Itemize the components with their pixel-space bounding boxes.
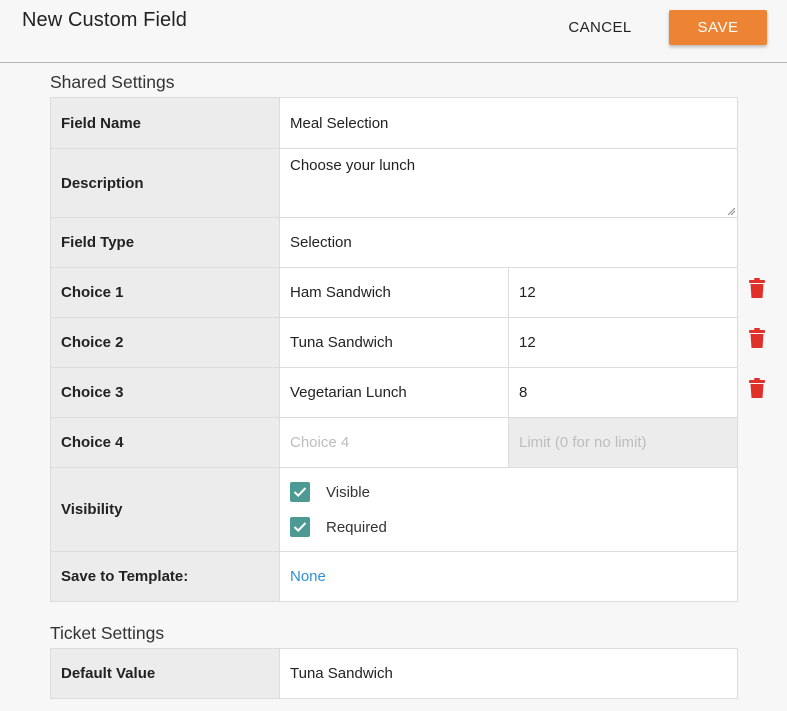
save-to-template-row: Save to Template: None <box>51 552 737 601</box>
checkmark-icon <box>293 522 307 533</box>
trash-icon[interactable] <box>749 328 765 348</box>
visibility-label: Visibility <box>51 468 280 551</box>
choice-label: Choice 2 <box>51 318 280 367</box>
description-row: Description Choose your lunch <box>51 149 737 218</box>
choice-limit-input[interactable]: 8 <box>509 368 737 417</box>
visibility-options: Visible Required <box>280 468 737 551</box>
choice-row: Choice 4 Choice 4 Limit (0 for no limit) <box>51 418 737 468</box>
trash-icon[interactable] <box>749 278 765 298</box>
save-to-template-cell: None <box>280 552 737 601</box>
choice-row: Choice 2 Tuna Sandwich 12 <box>51 318 737 368</box>
field-type-value[interactable]: Selection <box>280 218 737 267</box>
field-name-input[interactable]: Meal Selection <box>280 98 737 148</box>
choice-row: Choice 1 Ham Sandwich 12 <box>51 268 737 318</box>
new-choice-limit-input[interactable]: Limit (0 for no limit) <box>509 418 737 467</box>
resize-handle-icon[interactable] <box>727 207 735 215</box>
field-name-row: Field Name Meal Selection <box>51 98 737 149</box>
trash-icon[interactable] <box>749 378 765 398</box>
choice-label: Choice 3 <box>51 368 280 417</box>
visibility-row: Visibility Visible Required <box>51 468 737 552</box>
default-value-select[interactable]: Tuna Sandwich <box>280 649 737 698</box>
default-value-label: Default Value <box>51 649 280 698</box>
choice-label: Choice 1 <box>51 268 280 317</box>
shared-settings-table: Field Name Meal Selection Description Ch… <box>50 97 738 602</box>
description-label: Description <box>51 149 280 217</box>
description-text: Choose your lunch <box>290 157 416 174</box>
required-label: Required <box>326 518 387 536</box>
save-button[interactable]: SAVE <box>669 10 767 45</box>
dialog-title: New Custom Field <box>22 9 187 31</box>
ticket-settings-heading: Ticket Settings <box>50 623 165 643</box>
ticket-settings-table: Default Value Tuna Sandwich <box>50 648 738 699</box>
dialog-header: New Custom Field CANCEL SAVE <box>0 0 787 63</box>
field-name-label: Field Name <box>51 98 280 148</box>
cancel-button[interactable]: CANCEL <box>561 10 639 45</box>
save-to-template-label: Save to Template: <box>51 552 280 601</box>
choice-label: Choice 4 <box>51 418 280 467</box>
choice-limit-input[interactable]: 12 <box>509 318 737 367</box>
visible-checkbox[interactable] <box>290 482 310 502</box>
visible-checkbox-row[interactable]: Visible <box>290 475 370 510</box>
choice-name-input[interactable]: Tuna Sandwich <box>280 318 509 367</box>
choice-row: Choice 3 Vegetarian Lunch 8 <box>51 368 737 418</box>
visible-label: Visible <box>326 483 370 501</box>
required-checkbox[interactable] <box>290 517 310 537</box>
description-textarea[interactable]: Choose your lunch <box>280 149 737 217</box>
choice-limit-input[interactable]: 12 <box>509 268 737 317</box>
save-to-template-link[interactable]: None <box>290 568 326 585</box>
field-type-row: Field Type Selection <box>51 218 737 268</box>
field-type-label: Field Type <box>51 218 280 267</box>
checkmark-icon <box>293 487 307 498</box>
shared-settings-heading: Shared Settings <box>50 72 175 92</box>
default-value-row: Default Value Tuna Sandwich <box>51 649 737 698</box>
required-checkbox-row[interactable]: Required <box>290 510 387 545</box>
choice-name-input[interactable]: Ham Sandwich <box>280 268 509 317</box>
new-choice-name-input[interactable]: Choice 4 <box>280 418 509 467</box>
choice-name-input[interactable]: Vegetarian Lunch <box>280 368 509 417</box>
